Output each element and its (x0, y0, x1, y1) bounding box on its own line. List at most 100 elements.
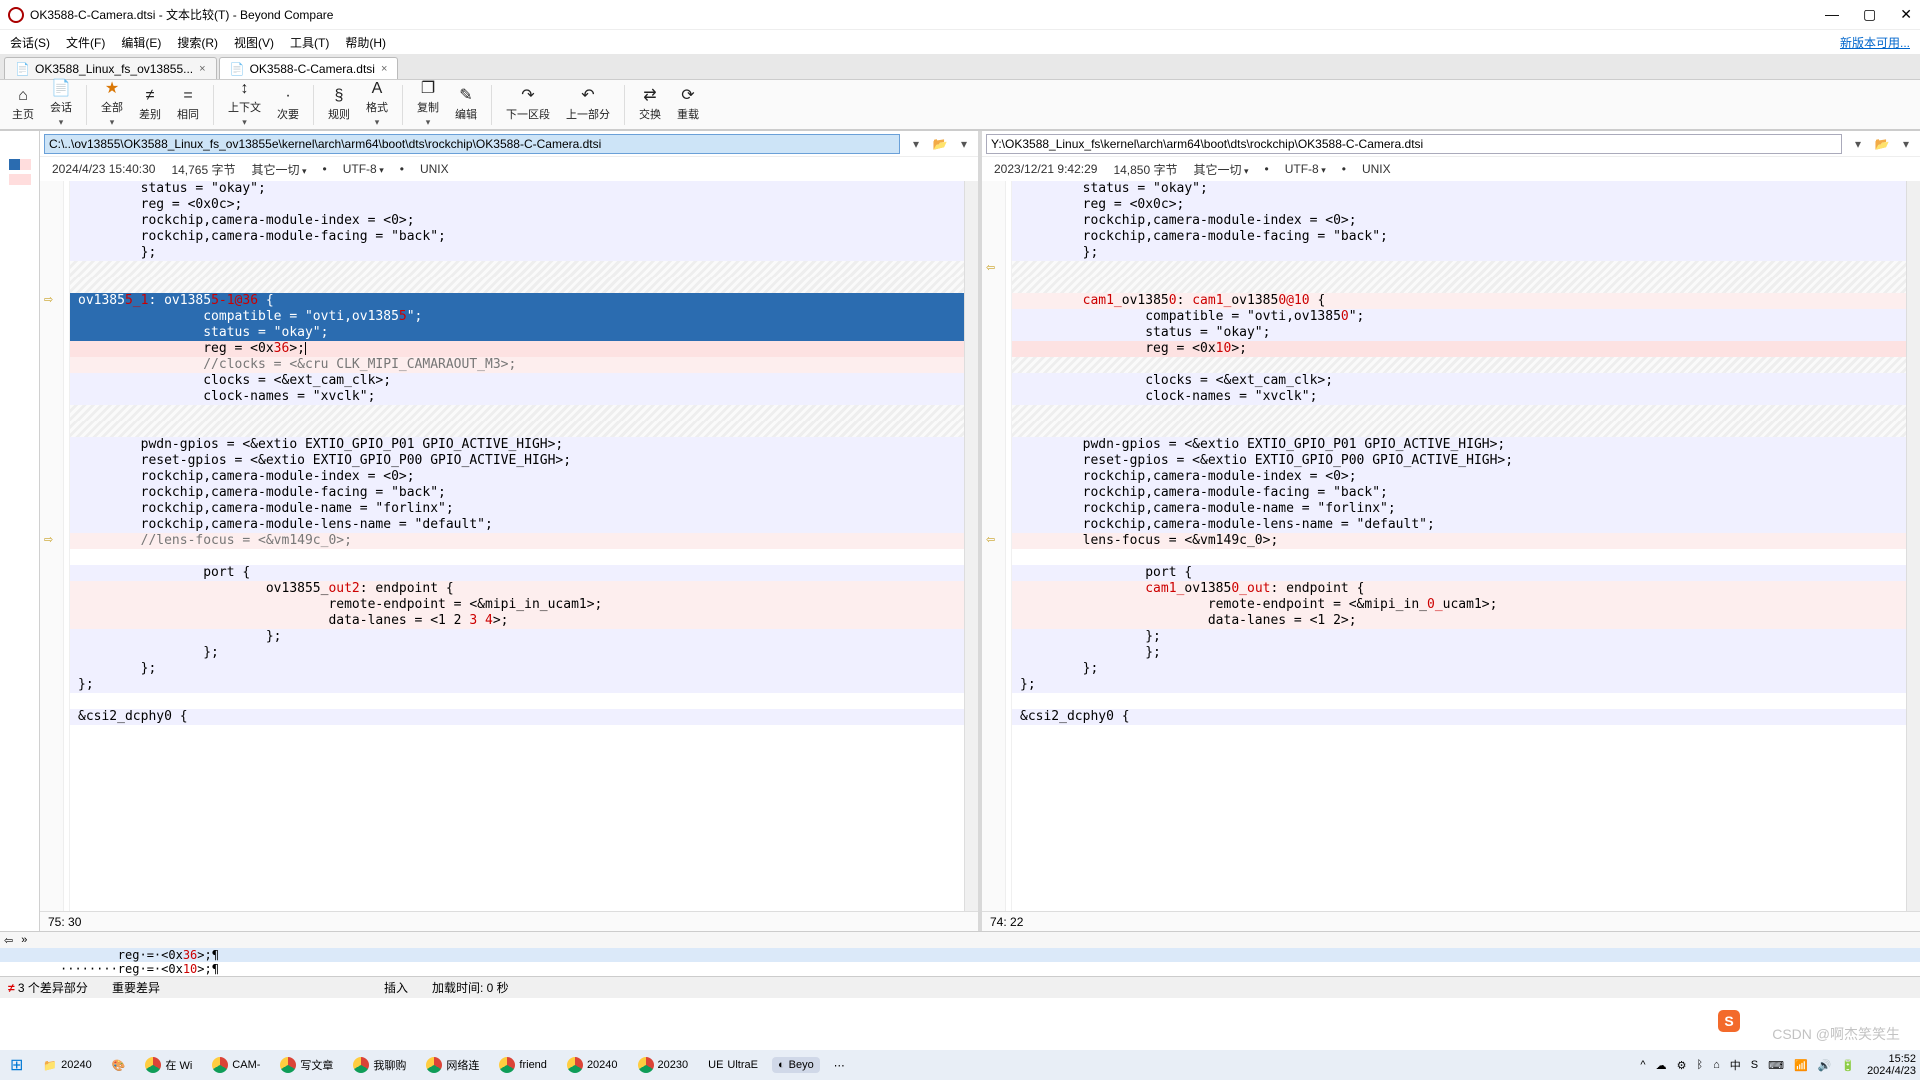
menu-item[interactable]: 编辑(E) (121, 34, 161, 51)
right-path-input[interactable] (986, 134, 1842, 154)
code-line[interactable]: status = "okay"; (70, 325, 964, 341)
code-line[interactable]: compatible = "ovti,ov13855"; (70, 309, 964, 325)
menu-item[interactable]: 帮助(H) (345, 34, 386, 51)
left-dropdown-icon[interactable]: ▾ (906, 134, 926, 154)
code-line[interactable]: ov13855_out2: endpoint { (70, 581, 964, 597)
code-line[interactable]: data-lanes = <1 2>; (1012, 613, 1906, 629)
code-line[interactable]: rockchip,camera-module-facing = "back"; (70, 229, 964, 245)
code-line[interactable]: reg = <0x0c>; (70, 197, 964, 213)
left-scrollbar[interactable] (964, 181, 978, 911)
close-button[interactable]: ✕ (1900, 6, 1912, 23)
toolbar-次要[interactable]: ·次要 (271, 86, 305, 124)
right-other[interactable]: 其它一切 (1193, 161, 1248, 178)
left-open-icon[interactable]: 📂 (930, 134, 950, 154)
maximize-button[interactable]: ▢ (1863, 6, 1876, 23)
toolbar-上一部分[interactable]: ↶上一部分 (560, 86, 616, 124)
tray-icon[interactable]: ☁ (1656, 1059, 1667, 1072)
taskbar-item[interactable]: 写文章 (274, 1055, 339, 1075)
code-line[interactable]: }; (70, 677, 964, 693)
code-line[interactable]: reset-gpios = <&extio EXTIO_GPIO_P00 GPI… (1012, 453, 1906, 469)
code-line[interactable]: }; (1012, 245, 1906, 261)
code-line[interactable]: status = "okay"; (1012, 181, 1906, 197)
taskbar-item[interactable]: UEUltraE (702, 1057, 764, 1073)
code-line[interactable]: reg = <0x10>; (1012, 341, 1906, 357)
tray-icon[interactable]: ⌨ (1768, 1059, 1784, 1072)
tray-icon[interactable]: ᛒ (1696, 1059, 1703, 1071)
code-line[interactable]: rockchip,camera-module-facing = "back"; (1012, 485, 1906, 501)
code-line[interactable]: &csi2_dcphy0 { (70, 709, 964, 725)
code-line[interactable]: compatible = "ovti,ov13850"; (1012, 309, 1906, 325)
tray-icon[interactable]: ⌂ (1713, 1059, 1720, 1071)
code-line[interactable]: rockchip,camera-module-index = <0>; (1012, 213, 1906, 229)
code-line[interactable]: rockchip,camera-module-index = <0>; (1012, 469, 1906, 485)
taskbar-item[interactable]: friend (493, 1055, 553, 1075)
code-line[interactable]: pwdn-gpios = <&extio EXTIO_GPIO_P01 GPIO… (70, 437, 964, 453)
code-line[interactable]: data-lanes = <1 2 3 4>; (70, 613, 964, 629)
toolbar-下一区段[interactable]: ↷下一区段 (500, 86, 556, 124)
menu-item[interactable]: 文件(F) (66, 34, 105, 51)
code-line[interactable]: reg = <0x0c>; (1012, 197, 1906, 213)
code-line[interactable]: rockchip,camera-module-index = <0>; (70, 469, 964, 485)
code-line[interactable]: pwdn-gpios = <&extio EXTIO_GPIO_P01 GPIO… (1012, 437, 1906, 453)
code-line[interactable]: rockchip,camera-module-index = <0>; (70, 213, 964, 229)
taskbar-item[interactable]: ◐Beyo (772, 1057, 820, 1073)
tray-icon[interactable]: S (1751, 1059, 1758, 1071)
new-version-link[interactable]: 新版本可用... (1840, 34, 1910, 51)
left-enc[interactable]: UTF-8 (343, 162, 384, 176)
minimize-button[interactable]: — (1825, 6, 1839, 23)
taskbar-item[interactable]: 网络连 (420, 1055, 485, 1075)
code-line[interactable] (1012, 549, 1906, 565)
code-line[interactable] (70, 261, 964, 277)
code-line[interactable]: }; (1012, 645, 1906, 661)
right-eol[interactable]: UNIX (1362, 162, 1391, 176)
close-icon[interactable]: × (199, 63, 205, 75)
toolbar-会话[interactable]: 📄会话 (44, 79, 78, 130)
toolbar-全部[interactable]: ★全部 (95, 79, 129, 130)
menu-item[interactable]: 会话(S) (10, 34, 50, 51)
right-scrollbar[interactable] (1906, 181, 1920, 911)
code-line[interactable] (70, 277, 964, 293)
taskbar-item[interactable]: 20230 (632, 1055, 695, 1075)
code-line[interactable]: ov13855_1: ov13855-1@36 { (70, 293, 964, 309)
code-line[interactable] (1012, 421, 1906, 437)
code-line[interactable]: cam1_ov13850_out: endpoint { (1012, 581, 1906, 597)
tray-icon[interactable]: 🔊 (1818, 1059, 1832, 1072)
code-line[interactable]: rockchip,camera-module-name = "forlinx"; (1012, 501, 1906, 517)
code-line[interactable]: }; (1012, 677, 1906, 693)
left-other[interactable]: 其它一切 (251, 161, 306, 178)
taskbar-item[interactable]: 📁20240 (37, 1057, 97, 1074)
code-line[interactable]: rockchip,camera-module-lens-name = "defa… (1012, 517, 1906, 533)
right-browse-icon[interactable]: ▾ (1896, 134, 1916, 154)
menu-item[interactable]: 搜索(R) (177, 34, 218, 51)
taskbar-item[interactable]: 🎨 (106, 1057, 132, 1074)
menu-item[interactable]: 视图(V) (234, 34, 274, 51)
code-line[interactable]: status = "okay"; (70, 181, 964, 197)
taskbar-item[interactable]: 20240 (561, 1055, 624, 1075)
tray-icon[interactable]: 中 (1730, 1057, 1741, 1073)
right-enc[interactable]: UTF-8 (1285, 162, 1326, 176)
code-line[interactable]: clock-names = "xvclk"; (70, 389, 964, 405)
tray-icon[interactable]: ⚙ (1677, 1059, 1687, 1072)
code-line[interactable]: }; (1012, 629, 1906, 645)
code-line[interactable]: reset-gpios = <&extio EXTIO_GPIO_P00 GPI… (70, 453, 964, 469)
menu-item[interactable]: 工具(T) (290, 34, 329, 51)
code-line[interactable]: clocks = <&ext_cam_clk>; (1012, 373, 1906, 389)
toolbar-主页[interactable]: ⌂主页 (6, 86, 40, 124)
file-tab[interactable]: 📄OK3588-C-Camera.dtsi× (219, 57, 399, 79)
code-line[interactable] (70, 693, 964, 709)
left-code[interactable]: ⇨⇨ status = "okay"; reg = <0x0c>; rockch… (40, 181, 978, 911)
code-line[interactable] (1012, 261, 1906, 277)
left-eol[interactable]: UNIX (420, 162, 449, 176)
tray-icon[interactable]: 📶 (1794, 1059, 1808, 1072)
taskbar-item[interactable]: 我聊购 (347, 1055, 412, 1075)
code-line[interactable]: //lens-focus = <&vm149c_0>; (70, 533, 964, 549)
toolbar-上下文[interactable]: ↕上下文 (222, 79, 267, 130)
file-tab[interactable]: 📄OK3588_Linux_fs_ov13855...× (4, 57, 217, 79)
code-line[interactable]: rockchip,camera-module-facing = "back"; (70, 485, 964, 501)
toolbar-交换[interactable]: ⇄交换 (633, 86, 667, 124)
tray-icon[interactable]: ^ (1640, 1059, 1645, 1071)
right-code[interactable]: ⇦⇦ status = "okay"; reg = <0x0c>; rockch… (982, 181, 1920, 911)
merge-left-arrow-icon[interactable]: ⇦ (4, 934, 13, 947)
toolbar-差别[interactable]: ≠差别 (133, 86, 167, 124)
code-line[interactable]: rockchip,camera-module-lens-name = "defa… (70, 517, 964, 533)
